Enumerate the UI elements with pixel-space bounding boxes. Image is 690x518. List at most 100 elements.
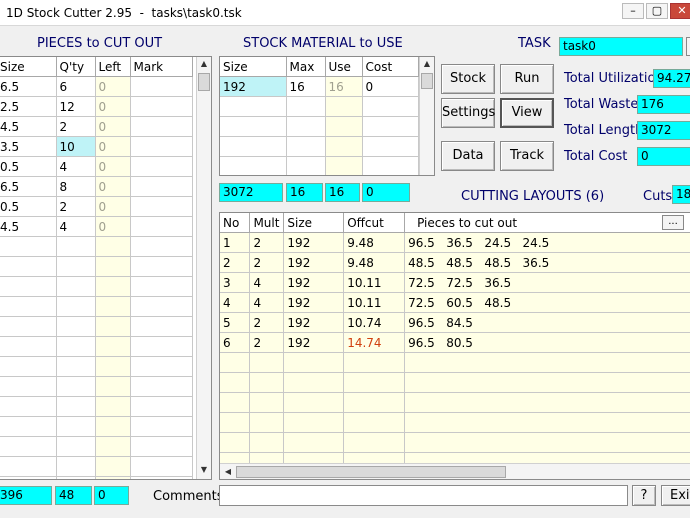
empty-cell[interactable]: [130, 356, 193, 377]
scroll-thumb[interactable]: [236, 466, 506, 478]
stock-button[interactable]: Stock: [441, 64, 495, 94]
empty-cell[interactable]: [56, 396, 96, 417]
empty-row[interactable]: [220, 96, 419, 117]
table-row[interactable]: 6.5 8 0: [0, 176, 193, 197]
scroll-left-arrow-icon[interactable]: ◀: [221, 465, 235, 479]
piece-size-cell[interactable]: 6.5: [0, 76, 57, 97]
empty-row[interactable]: [220, 156, 419, 175]
empty-cell[interactable]: [286, 116, 326, 137]
table-row[interactable]: 3.5 10 0: [0, 136, 193, 157]
empty-cell[interactable]: [0, 436, 57, 457]
col-header-no[interactable]: No: [220, 213, 251, 233]
scroll-thumb[interactable]: [198, 73, 210, 91]
empty-row[interactable]: [0, 476, 193, 479]
piece-qty-cell[interactable]: 4: [56, 216, 96, 237]
col-header-use[interactable]: Use: [325, 57, 363, 77]
empty-row[interactable]: [0, 316, 193, 337]
piece-qty-cell[interactable]: 2: [56, 116, 96, 137]
empty-cell[interactable]: [220, 96, 287, 117]
table-row[interactable]: 2 2 192 9.48 48.5 48.5 48.5 36.5: [220, 252, 690, 273]
piece-mark-cell[interactable]: [130, 216, 193, 237]
layouts-hscrollbar[interactable]: ◀: [220, 463, 690, 479]
task-name-field[interactable]: task0: [559, 37, 683, 56]
empty-cell[interactable]: [130, 436, 193, 457]
piece-size-cell[interactable]: 4.5: [0, 216, 57, 237]
table-row[interactable]: 5 2 192 10.74 96.5 84.5: [220, 312, 690, 333]
scroll-up-arrow-icon[interactable]: ▲: [197, 57, 211, 71]
empty-cell[interactable]: [56, 456, 96, 477]
empty-row[interactable]: [220, 116, 419, 137]
data-button[interactable]: Data: [441, 141, 495, 171]
more-pieces-button[interactable]: ...: [662, 215, 684, 230]
piece-mark-cell[interactable]: [130, 96, 193, 117]
col-header-qty[interactable]: Q'ty: [56, 57, 96, 77]
empty-cell[interactable]: [0, 416, 57, 437]
empty-cell[interactable]: [130, 396, 193, 417]
empty-cell[interactable]: [130, 276, 193, 297]
scroll-down-arrow-icon[interactable]: ▼: [197, 463, 211, 477]
empty-cell[interactable]: [220, 136, 287, 157]
table-row[interactable]: 0.5 4 0: [0, 156, 193, 177]
empty-cell[interactable]: [362, 116, 419, 137]
piece-size-cell[interactable]: 6.5: [0, 176, 57, 197]
minimize-button[interactable]: –: [622, 3, 644, 19]
piece-mark-cell[interactable]: [130, 116, 193, 137]
pieces-scrollbar[interactable]: ▲ ▼: [196, 57, 211, 479]
piece-size-cell[interactable]: 0.5: [0, 196, 57, 217]
empty-cell[interactable]: [220, 156, 287, 175]
empty-cell[interactable]: [130, 296, 193, 317]
empty-cell[interactable]: [0, 256, 57, 277]
stock-grid[interactable]: Size Max Use Cost 192 16 16 0: [219, 56, 435, 176]
empty-cell[interactable]: [286, 156, 326, 175]
piece-mark-cell[interactable]: [130, 156, 193, 177]
view-button[interactable]: View: [500, 98, 554, 128]
empty-cell[interactable]: [0, 396, 57, 417]
empty-cell[interactable]: [56, 296, 96, 317]
col-header-cost[interactable]: Cost: [362, 57, 419, 77]
col-header-size[interactable]: Size: [283, 213, 345, 233]
empty-row[interactable]: [0, 416, 193, 437]
stock-scrollbar[interactable]: ▲: [419, 57, 434, 175]
piece-mark-cell[interactable]: [130, 76, 193, 97]
exit-button[interactable]: Exit: [661, 485, 690, 506]
empty-cell[interactable]: [0, 236, 57, 257]
empty-cell[interactable]: [130, 236, 193, 257]
table-row[interactable]: 6.5 6 0: [0, 76, 193, 97]
settings-button[interactable]: Settings: [441, 98, 495, 128]
empty-cell[interactable]: [0, 476, 57, 479]
col-header-left[interactable]: Left: [95, 57, 131, 77]
empty-row[interactable]: [0, 456, 193, 477]
maximize-button[interactable]: ▢: [646, 3, 668, 19]
empty-cell[interactable]: [362, 136, 419, 157]
col-header-size[interactable]: Size: [0, 57, 57, 77]
empty-row[interactable]: [0, 356, 193, 377]
empty-row[interactable]: [220, 136, 419, 157]
empty-cell[interactable]: [56, 436, 96, 457]
scroll-up-arrow-icon[interactable]: ▲: [420, 57, 434, 71]
empty-cell[interactable]: [130, 336, 193, 357]
piece-size-cell[interactable]: 3.5: [0, 136, 57, 157]
comments-input[interactable]: [219, 485, 628, 506]
piece-qty-cell[interactable]: 10: [56, 136, 96, 157]
empty-cell[interactable]: [130, 456, 193, 477]
pieces-grid[interactable]: Size Q'ty Left Mark 6.5 6 0 2.5 12 0 4.5 2 0 3.5 1…: [0, 56, 212, 480]
empty-cell[interactable]: [56, 256, 96, 277]
table-row[interactable]: 1 2 192 9.48 96.5 36.5 24.5 24.5: [220, 232, 690, 253]
piece-size-cell[interactable]: 0.5: [0, 156, 57, 177]
empty-row[interactable]: [0, 296, 193, 317]
empty-cell[interactable]: [56, 236, 96, 257]
piece-qty-cell[interactable]: 2: [56, 196, 96, 217]
empty-cell[interactable]: [130, 316, 193, 337]
empty-cell[interactable]: [130, 376, 193, 397]
empty-cell[interactable]: [0, 316, 57, 337]
table-row[interactable]: 192 16 16 0: [220, 76, 419, 97]
col-header-offcut[interactable]: Offcut: [343, 213, 406, 233]
col-header-pieces[interactable]: Pieces to cut out: [404, 213, 690, 233]
empty-row[interactable]: [0, 236, 193, 257]
empty-cell[interactable]: [0, 296, 57, 317]
table-row[interactable]: 0.5 2 0: [0, 196, 193, 217]
empty-cell[interactable]: [0, 456, 57, 477]
piece-qty-cell[interactable]: 8: [56, 176, 96, 197]
close-button[interactable]: ✕: [670, 3, 690, 19]
empty-cell[interactable]: [0, 336, 57, 357]
